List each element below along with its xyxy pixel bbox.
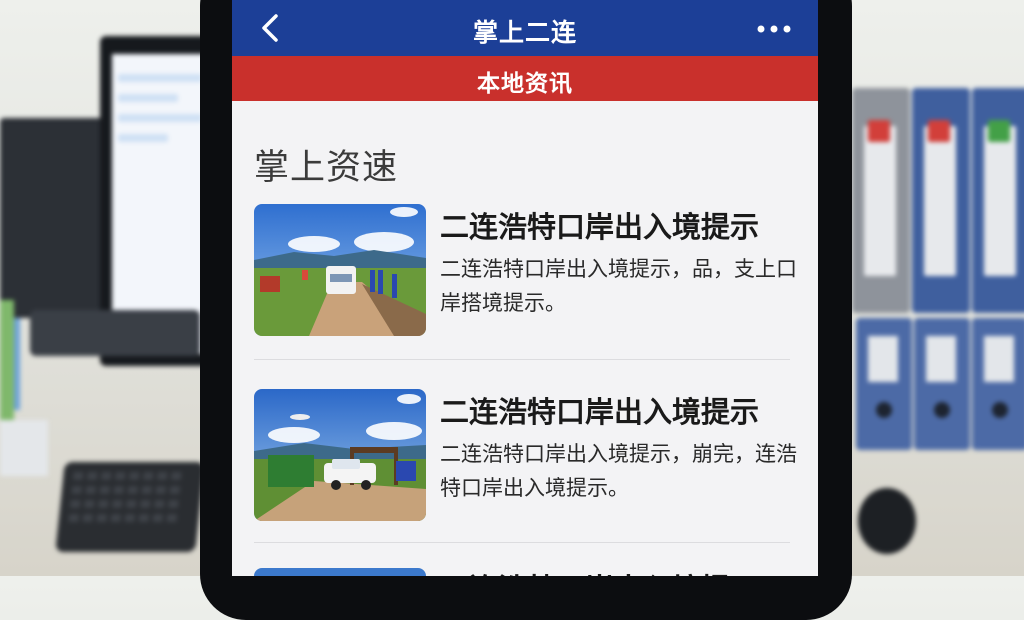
- binder: [912, 88, 970, 313]
- binder: [972, 88, 1024, 313]
- binder-lower: [856, 318, 912, 450]
- more-horizontal-icon: [757, 25, 791, 33]
- news-thumbnail: [254, 389, 426, 521]
- news-title: 二连浩特口岸出入境提示: [440, 395, 760, 429]
- more-button[interactable]: [752, 14, 796, 44]
- binder-lower: [914, 318, 970, 450]
- page-title: 掌上二连: [472, 18, 577, 47]
- paper-sheet: [0, 420, 48, 476]
- tab-local-news[interactable]: 本地资讯: [232, 64, 818, 98]
- news-item[interactable]: 二连浩特口岸出入境提示 二连浩特口岸出入境提示，崩完，连浩特口岸出入境提示。: [254, 389, 804, 539]
- monitor-stand: [30, 310, 200, 356]
- news-title: 二连浩特口岸出入境提示: [440, 210, 760, 244]
- app-header: 掌上二连: [232, 0, 818, 56]
- news-description: 二连浩特口岸出入境提示，崩完，连浩特口岸出入境提示。: [440, 442, 797, 500]
- tab-bar: 本地资讯: [232, 56, 818, 101]
- back-monitor: [0, 118, 110, 318]
- news-description: 二连浩特口岸出入境提示，品，支上口岸搭境提示。: [440, 257, 797, 315]
- desktop-monitor-screen: [112, 54, 208, 354]
- news-thumbnail: [254, 568, 426, 576]
- news-content: 掌上资速 二连浩特口岸出入境提示 二连浩特口岸出入境提示，品，支上口岸搭境提示。…: [232, 101, 818, 576]
- news-thumbnail: [254, 204, 426, 336]
- computer-mouse: [858, 488, 916, 554]
- keyboard: [55, 462, 205, 552]
- news-title: 二连浩特口岸出入境提示: [440, 566, 759, 576]
- section-title: 掌上资速: [254, 148, 399, 188]
- news-item[interactable]: 二连浩特口岸出入境提示 二连浩特口岸出入境提示，品，支上口岸搭境提示。: [254, 204, 804, 354]
- green-object: [0, 300, 14, 420]
- binder-lower: [972, 318, 1024, 450]
- divider: [254, 542, 790, 543]
- divider: [254, 359, 790, 360]
- binder: [852, 88, 910, 313]
- phone-screen: 掌上二连 本地资讯 掌上资速 二连浩特口岸出入境提示 二连浩特口岸出入境提示，品…: [232, 0, 818, 576]
